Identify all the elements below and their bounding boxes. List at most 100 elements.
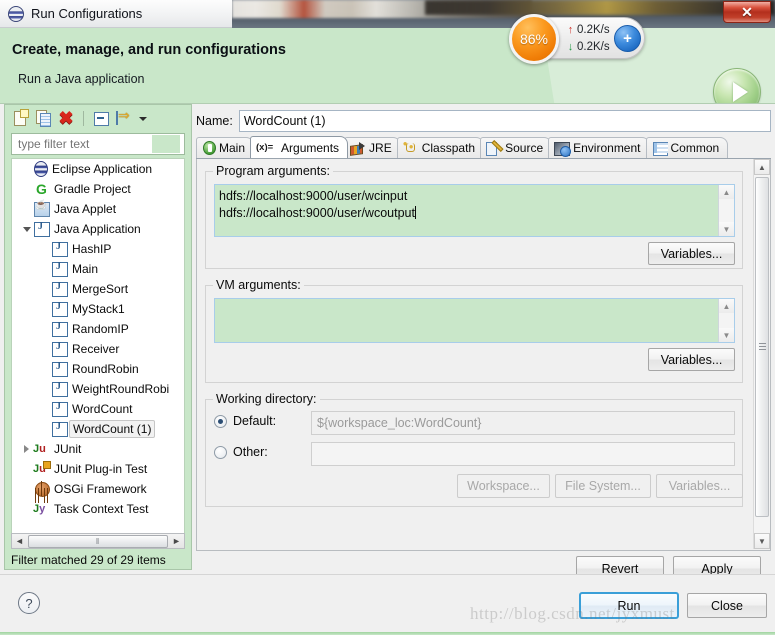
tree-item-wordcount-1[interactable]: WordCount (1) <box>12 419 184 439</box>
tree-item-java-applet[interactable]: Java Applet <box>12 199 184 219</box>
tree-item-mystack1[interactable]: MyStack1 <box>12 299 184 319</box>
filter-box[interactable] <box>11 133 185 155</box>
tree-item-task-context-test[interactable]: Jу Task Context Test <box>12 499 184 519</box>
default-radio[interactable] <box>214 414 227 428</box>
program-arguments-textarea[interactable]: hdfs://localhost:9000/user/wcinput hdfs:/… <box>214 184 735 237</box>
vm-args-scroll-down-icon[interactable]: ▼ <box>719 328 734 342</box>
tab-label: Common <box>670 141 720 155</box>
tree-item-label: Receiver <box>72 342 120 356</box>
content-scroll-thumb[interactable] <box>755 177 769 517</box>
tab-environment[interactable]: Environment <box>548 137 650 158</box>
view-menu-caret-icon[interactable] <box>137 108 149 128</box>
file-system-button[interactable]: File System... <box>555 474 651 498</box>
chevron-right-icon[interactable] <box>20 439 33 459</box>
tree-item-label: MyStack1 <box>72 302 125 316</box>
java-icon <box>51 421 68 437</box>
tree-item-label: WeightRoundRobi <box>72 382 170 396</box>
working-directory-label: Working directory: <box>213 392 320 406</box>
tree-twisty-spacer <box>38 239 51 259</box>
program-args-scrollbar[interactable]: ▲ ▼ <box>718 185 734 236</box>
download-arrow-icon: ↓ <box>567 41 574 53</box>
tab-classpath[interactable]: Classpath <box>396 137 485 158</box>
tree-item-haship[interactable]: HashIP <box>12 239 184 259</box>
run-decoration-icon <box>713 68 761 103</box>
scroll-right-arrow-icon[interactable]: ► <box>169 534 184 548</box>
tab-jre[interactable]: JRE <box>344 137 401 158</box>
scroll-left-arrow-icon[interactable]: ◄ <box>12 534 27 548</box>
vm-args-variables-button[interactable]: Variables... <box>648 348 735 371</box>
config-tree[interactable]: Eclipse Application G Gradle Project Java A… <box>11 158 185 533</box>
widget-expand-button[interactable]: + <box>614 25 641 52</box>
duplicate-icon[interactable] <box>33 108 53 128</box>
tree-item-randomip[interactable]: RandomIP <box>12 319 184 339</box>
tree-item-roundrobin[interactable]: RoundRobin <box>12 359 184 379</box>
tree-twisty-spacer <box>38 319 51 339</box>
tab-label: Environment <box>573 141 641 155</box>
tree-item-receiver[interactable]: Receiver <box>12 339 184 359</box>
default-directory-radio-row[interactable]: Default: <box>214 414 276 428</box>
tree-item-junit[interactable]: Ju JUnit <box>12 439 184 459</box>
tree-item-gradle-project[interactable]: G Gradle Project <box>12 179 184 199</box>
window-title: Run Configurations <box>31 6 143 21</box>
search-input[interactable] <box>16 135 148 153</box>
delete-icon[interactable]: ✖ <box>56 108 76 128</box>
java-icon <box>51 341 68 357</box>
program-arguments-line-2: hdfs://localhost:9000/user/wcoutput <box>219 206 415 220</box>
tree-twisty-spacer <box>38 419 51 439</box>
src-tab-icon <box>486 141 502 156</box>
java-icon <box>51 241 68 257</box>
tree-item-label: MergeSort <box>72 282 129 296</box>
tree-item-wordcount[interactable]: WordCount <box>12 399 184 419</box>
scroll-thumb[interactable]: ‖ <box>28 534 168 548</box>
tree-item-label: JUnit Plug-in Test <box>54 462 148 476</box>
workspace-button[interactable]: Workspace... <box>457 474 550 498</box>
tree-horizontal-scrollbar[interactable]: ◄ ‖ ► <box>11 533 185 549</box>
tab-label: Arguments <box>281 140 340 155</box>
other-directory-input[interactable] <box>311 442 735 466</box>
java-icon <box>51 381 68 397</box>
program-args-scroll-down-icon[interactable]: ▼ <box>719 222 734 236</box>
window-title-area: Run Configurations <box>0 0 232 28</box>
config-tab-bar[interactable]: Main (x)= Arguments JRE Classpath Source Envir… <box>196 136 771 159</box>
vm-args-scroll-up-icon[interactable]: ▲ <box>719 299 734 313</box>
vm-arguments-textarea[interactable]: ▲ ▼ <box>214 298 735 343</box>
collapse-all-icon[interactable] <box>91 108 111 128</box>
help-icon[interactable]: ? <box>18 592 40 614</box>
tree-item-mergesort[interactable]: MergeSort <box>12 279 184 299</box>
tab-arguments[interactable]: (x)= Arguments <box>250 136 349 158</box>
tab-main[interactable]: Main <box>196 137 255 158</box>
vm-args-scrollbar[interactable]: ▲ ▼ <box>718 299 734 342</box>
scroll-down-arrow-icon[interactable]: ▼ <box>754 533 770 549</box>
name-label: Name: <box>196 114 233 128</box>
program-args-variables-button[interactable]: Variables... <box>648 242 735 265</box>
task-icon: Jу <box>33 503 46 515</box>
other-directory-radio-row[interactable]: Other: <box>214 445 268 459</box>
default-directory-input[interactable]: ${workspace_loc:WordCount} <box>311 411 735 435</box>
speed-rows: ↑ 0.2K/s ↓ 0.2K/s <box>564 22 610 55</box>
java-icon <box>51 361 68 377</box>
content-vertical-scrollbar[interactable]: ▲ ▼ <box>753 159 770 549</box>
close-button[interactable]: Close <box>687 593 767 618</box>
tab-common[interactable]: Common <box>645 137 729 158</box>
tree-item-weightroundrobi[interactable]: WeightRoundRobi <box>12 379 184 399</box>
watermark-text: http://blog.csdn.net/jyxmust <box>470 604 675 623</box>
tab-source[interactable]: Source <box>480 137 553 158</box>
other-radio[interactable] <box>214 445 227 459</box>
tree-twisty-spacer <box>20 499 33 519</box>
tree-item-junit-plug-in-test[interactable]: Ju JUnit Plug-in Test <box>12 459 184 479</box>
chevron-down-icon[interactable] <box>20 219 33 239</box>
new-launch-configuration-icon[interactable] <box>10 108 30 128</box>
tree-item-eclipse-application[interactable]: Eclipse Application <box>12 159 184 179</box>
tree-item-java-application[interactable]: Java Application <box>12 219 184 239</box>
filter-icon[interactable] <box>114 107 134 128</box>
tree-item-main[interactable]: Main <box>12 259 184 279</box>
tree-twisty-spacer <box>38 399 51 419</box>
name-input[interactable] <box>238 110 771 132</box>
tree-item-osgi-framework[interactable]: OSGi Framework <box>12 479 184 499</box>
close-window-button[interactable]: ✕ <box>723 1 771 23</box>
tree-item-label: WordCount (1) <box>69 420 156 438</box>
variables-button[interactable]: Variables... <box>656 474 743 498</box>
program-args-scroll-up-icon[interactable]: ▲ <box>719 185 734 199</box>
scroll-up-arrow-icon[interactable]: ▲ <box>754 159 770 175</box>
network-speed-widget[interactable]: 86% ↑ 0.2K/s ↓ 0.2K/s + <box>509 14 645 64</box>
